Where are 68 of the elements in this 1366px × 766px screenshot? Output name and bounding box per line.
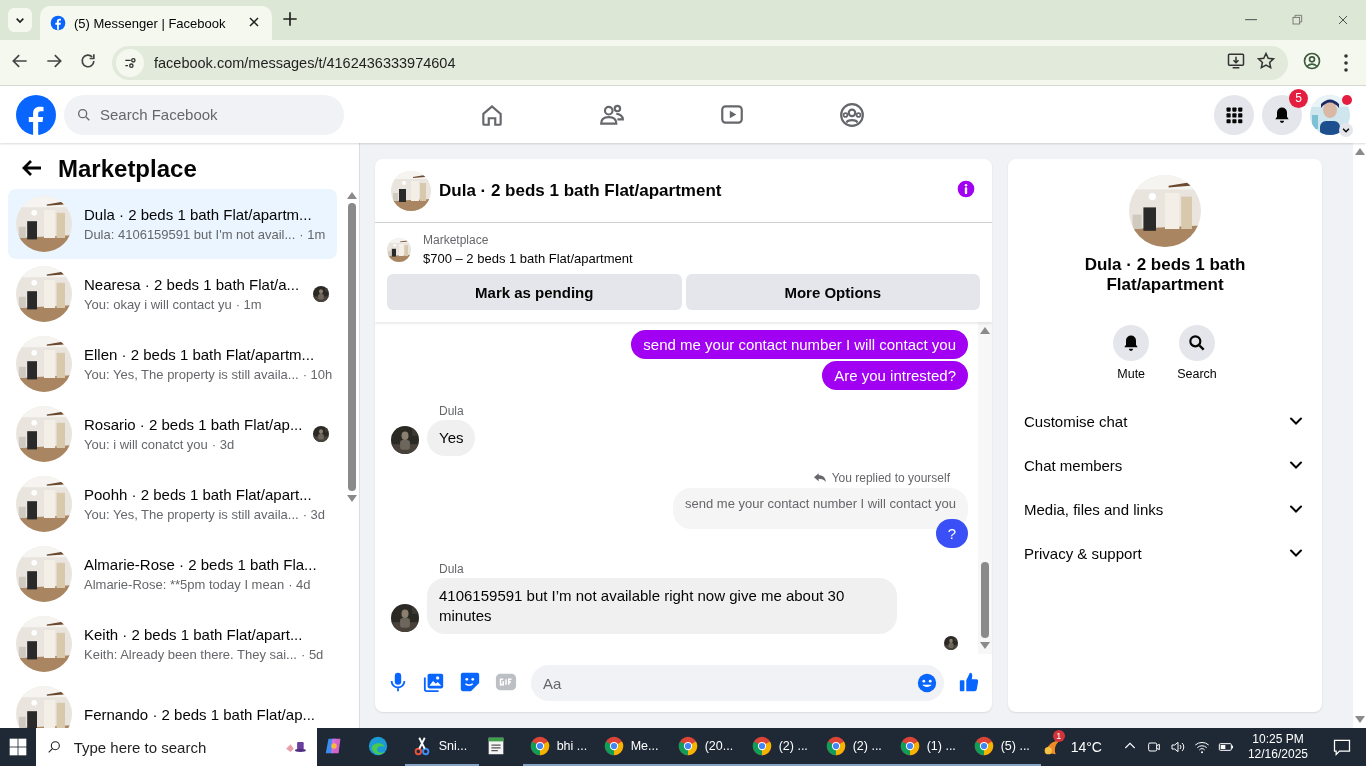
message-preview: You: Yes, The property is still availa... (84, 507, 299, 522)
message-time: · 10h (302, 367, 333, 382)
taskbar-app[interactable]: (5) ... (966, 728, 1041, 766)
message-time: · 3d (211, 437, 235, 452)
conversation-item[interactable]: Keith · 2 beds 1 bath Flat/apart... Keith: Already been there. They sai... · 5d (8, 609, 337, 679)
sidebar-title: Marketplace (58, 155, 197, 183)
listing-label: Marketplace (423, 233, 490, 247)
listing-title: $700 – 2 beds 1 bath Flat/apartment (423, 251, 633, 266)
conversation-item[interactable]: Dula · 2 beds 1 bath Flat/apartm... Dula: 4106159591 but I'm not avail... · 1m (8, 189, 337, 259)
message-bubble: Are you intrested? (822, 361, 968, 390)
conversation-name: Almarie-Rose · 2 beds 1 bath Fla... (84, 556, 318, 573)
section-header[interactable]: Privacy & support (1024, 531, 1306, 575)
conversation-name: Rosario · 2 beds 1 bath Flat/ap... (84, 416, 301, 433)
taskbar-app[interactable]: Sni... (404, 728, 479, 766)
conversation-name: Nearesa · 2 beds 1 bath Flat/a... (84, 276, 301, 293)
message-preview: Dula: 4106159591 but I'm not avail... (84, 227, 296, 242)
conversation-name: Dula · 2 beds 1 bath Flat/apartm... (84, 206, 313, 223)
weather-badge: 1 (1052, 730, 1065, 742)
message-time: · 4d (288, 577, 311, 592)
taskbar-app[interactable]: Me... (596, 728, 671, 766)
message-input[interactable]: Aa (531, 665, 944, 701)
clock-time[interactable]: 10:25 PM (1252, 732, 1304, 747)
taskbar-app[interactable]: (20... (670, 728, 745, 766)
conversation-item[interactable]: Almarie-Rose · 2 beds 1 bath Fla... Almarie-Rose: **5pm today I mean · 4d (8, 539, 337, 609)
message-time: · 1m (299, 227, 326, 242)
reply-note: You replied to yourself (831, 471, 950, 485)
message-preview: Keith: Already been there. They sai... (84, 647, 297, 662)
quoted-message: send me your contact number I will contact you (673, 488, 968, 529)
sender-name: Dula (439, 562, 465, 576)
taskbar-search-field[interactable]: Type here to search (35, 728, 317, 766)
chat-title: Dula · 2 beds 1 bath Flat/apartment (1083, 255, 1247, 295)
temperature: 14°C (1070, 739, 1102, 755)
search-field[interactable]: Search Facebook (64, 94, 344, 135)
taskbar-app[interactable]: (2) ... (818, 728, 893, 766)
chat-title: Dula · 2 beds 1 bath Flat/apartment (439, 180, 723, 201)
action-button[interactable]: Mark as pending (387, 274, 682, 310)
conversation-name: Keith · 2 beds 1 bath Flat/apart... (84, 626, 304, 643)
message-preview: You: okay i will contact yu (84, 297, 232, 312)
conversation-item[interactable]: Ellen · 2 beds 1 bath Flat/apartm... You: Yes, The property is still availa... · 10h (8, 329, 337, 399)
conversation-item[interactable]: Rosario · 2 beds 1 bath Flat/ap... You: i will conatct you · 3d (8, 399, 337, 469)
conversation-item[interactable]: Nearesa · 2 beds 1 bath Flat/a... You: okay i will contact yu · 1m (8, 259, 337, 329)
section-header[interactable]: Chat members (1024, 443, 1306, 487)
message-preview: You: i will conatct you (84, 437, 208, 452)
action-button[interactable]: More Options (685, 274, 980, 310)
taskbar-app[interactable]: bhi ... (522, 728, 597, 766)
browser-tab[interactable]: (5) Messenger | Facebook (40, 6, 272, 40)
conversation-name: Poohh · 2 beds 1 bath Flat/apart... (84, 486, 313, 503)
tab-title: (5) Messenger | Facebook (74, 15, 227, 31)
message-time: · 5d (300, 647, 324, 662)
message-bubble: ? (935, 519, 968, 548)
taskbar-app[interactable]: (1) ... (892, 728, 967, 766)
taskbar-app[interactable]: (2) ... (744, 728, 819, 766)
message-bubble: 4106159591 but I’m not available right now give me about 30 minutes (427, 578, 897, 634)
notification-badge: 5 (1289, 88, 1308, 108)
message-time: · 1m (235, 297, 262, 312)
search-input[interactable]: Type here to search (71, 737, 275, 757)
section-header[interactable]: Media, files and links (1024, 487, 1306, 531)
message-time: · 3d (302, 507, 326, 522)
message-bubble: send me your contact number I will contact you (631, 330, 968, 359)
clock-date[interactable]: 12/16/2025 (1247, 747, 1308, 762)
conversation-item[interactable]: Poohh · 2 beds 1 bath Flat/apart... You: Yes, The property is still availa... · 3d (8, 469, 337, 539)
section-header[interactable]: Customise chat (1024, 399, 1306, 443)
message-preview: Almarie-Rose: **5pm today I mean (84, 577, 285, 592)
sender-name: Dula (439, 404, 465, 418)
conversation-name: Ellen · 2 beds 1 bath Flat/apartm... (84, 346, 316, 363)
conversation-name: Fernando · 2 beds 1 bath Flat/ap... (84, 705, 316, 723)
message-bubble: Yes (427, 420, 476, 456)
message-preview: You: Yes, The property is still availa... (84, 367, 299, 382)
